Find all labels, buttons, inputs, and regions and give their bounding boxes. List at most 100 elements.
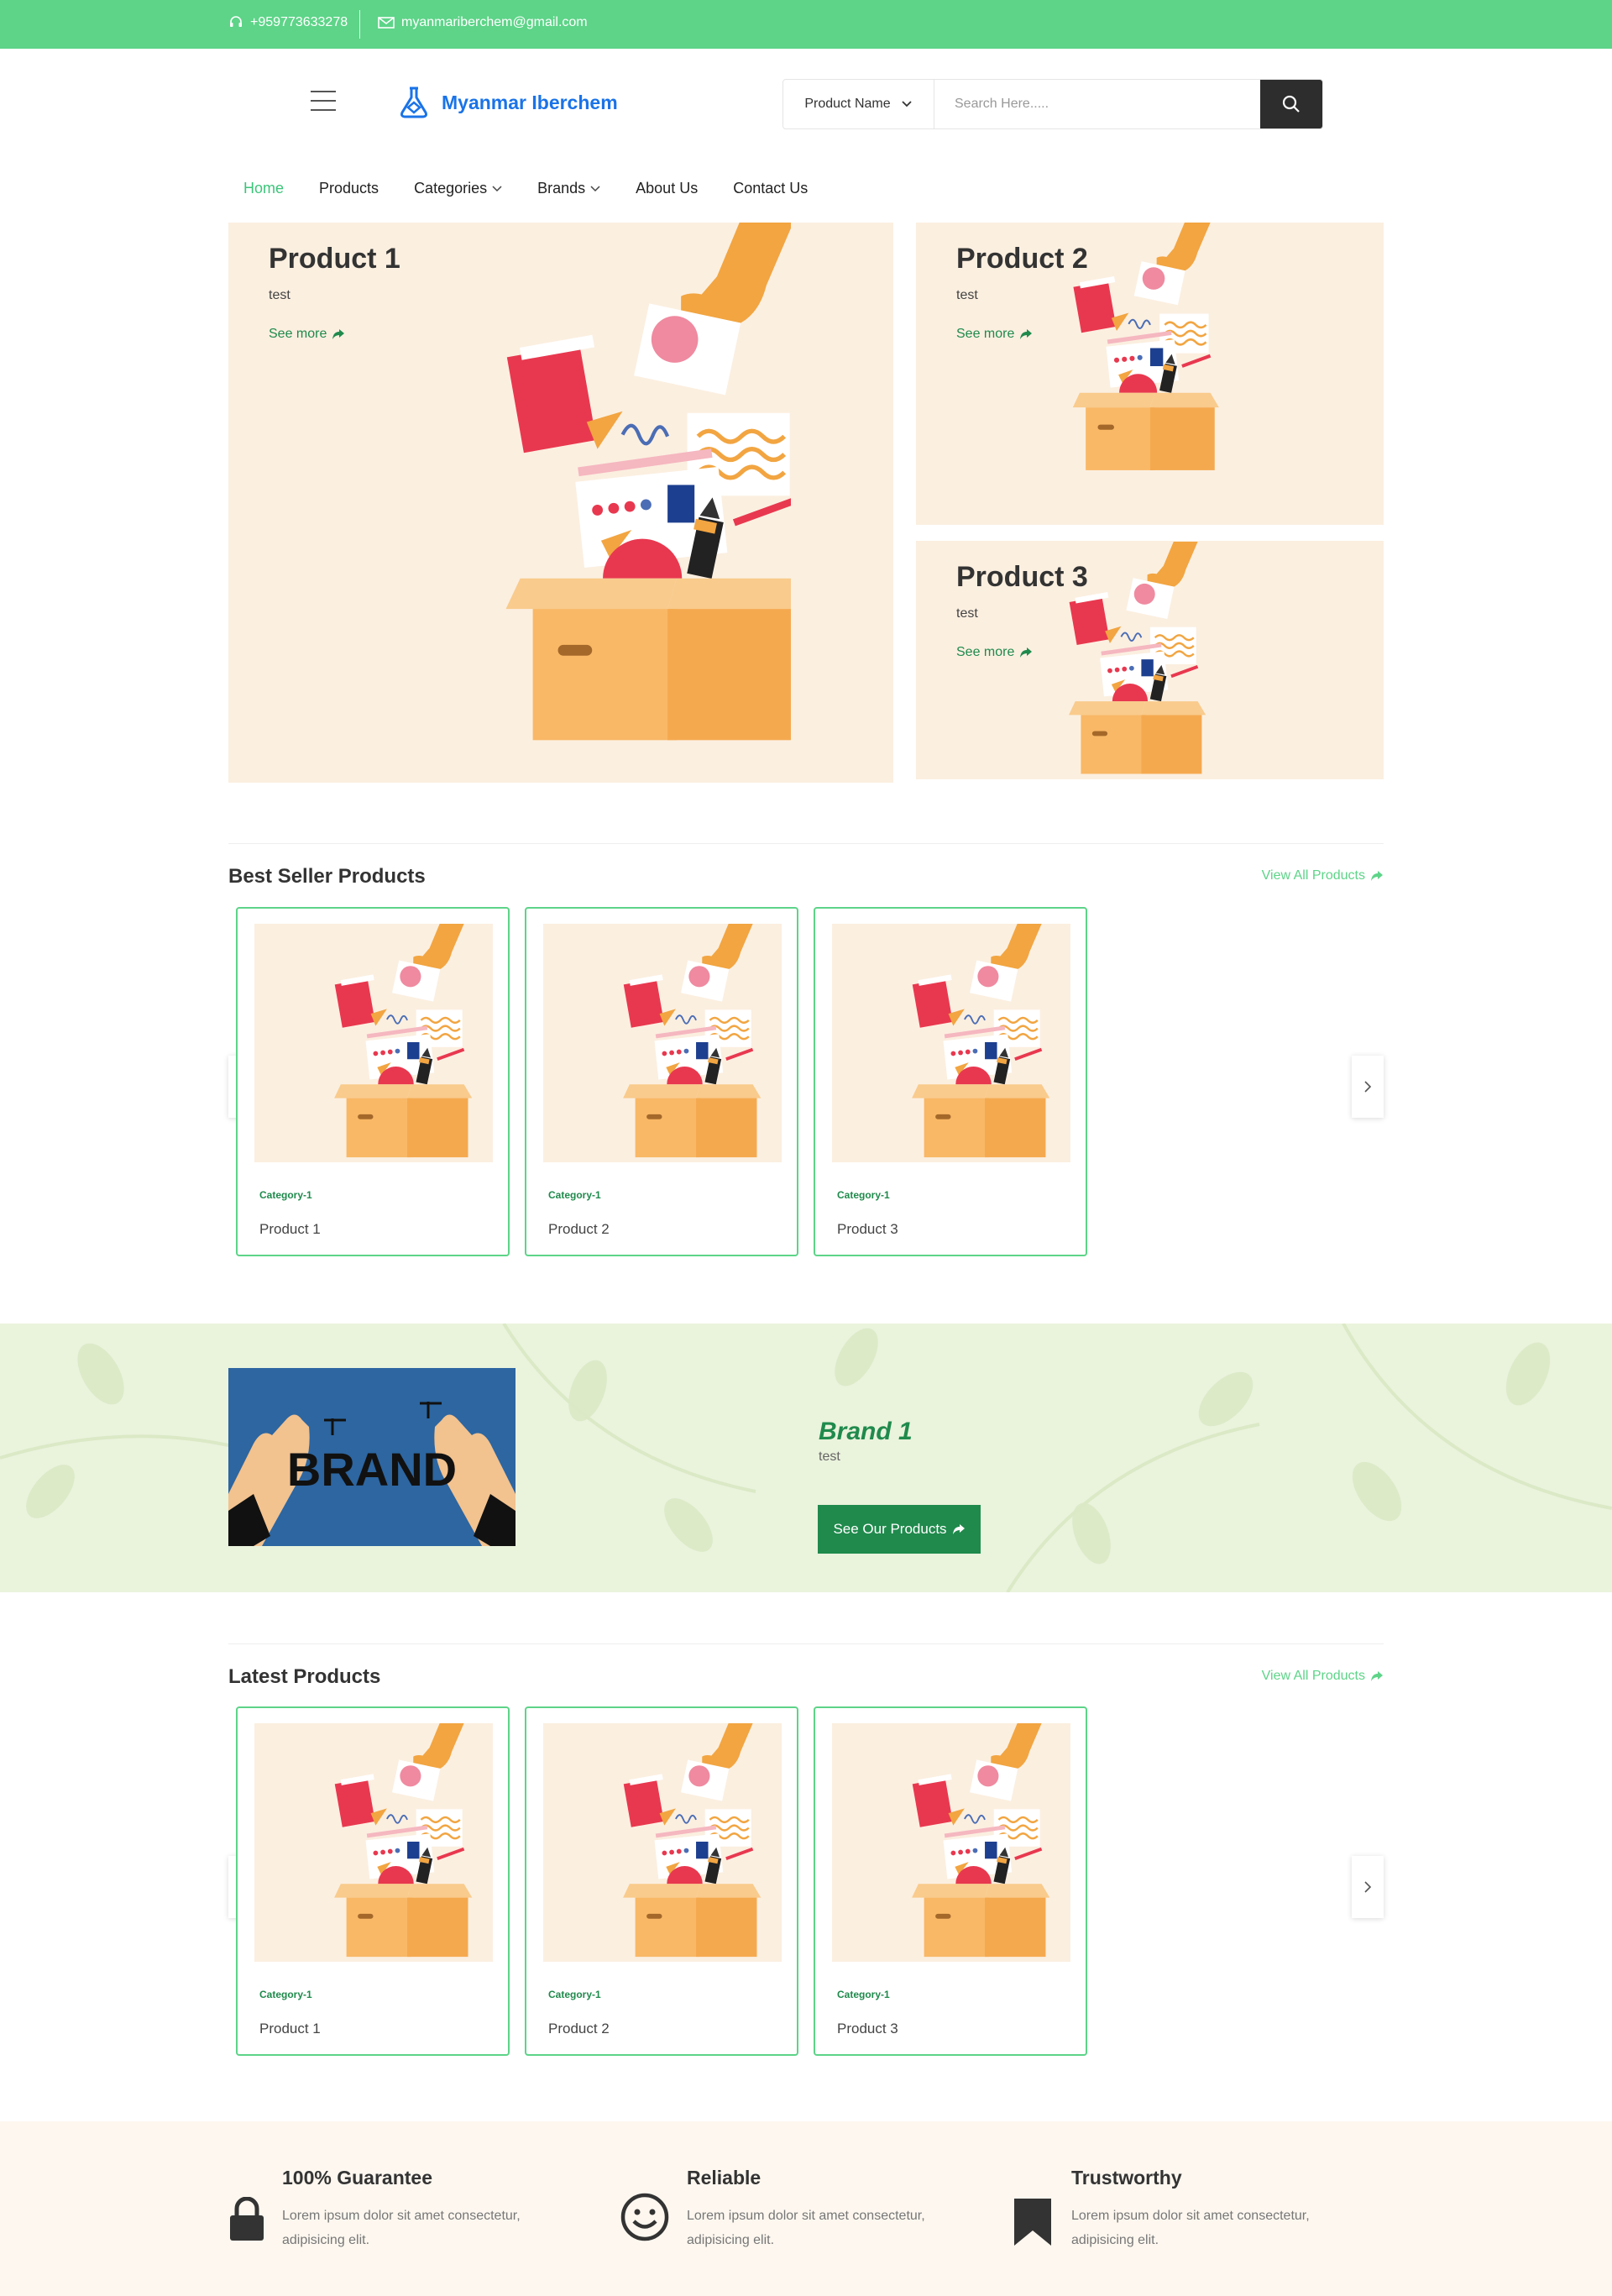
nav-products-label: Products [319, 180, 379, 197]
hero-slide-3[interactable]: Product 3 test See more [916, 541, 1384, 779]
nav-about-label: About Us [636, 180, 699, 197]
feature-title: Trustworthy [1071, 2167, 1182, 2189]
hero-see-more-link[interactable]: See more [956, 645, 1033, 660]
share-arrow-icon [952, 1524, 965, 1534]
product-box-illustration [371, 223, 791, 743]
see-more-label: See more [956, 327, 1015, 341]
nav-brands-label: Brands [537, 180, 586, 197]
headset-icon [230, 16, 242, 27]
email-address: myanmariberchem@gmail.com [401, 15, 588, 29]
product-box-illustration [910, 1723, 1051, 1958]
feature-desc: Lorem ipsum dolor sit amet consectetur, … [687, 2209, 925, 2247]
hero-title: Product 3 [956, 561, 1088, 593]
product-box-illustration [332, 924, 474, 1159]
hamburger-line [311, 100, 336, 102]
phone-number: +959773633278 [250, 15, 348, 29]
best-seller-view-all-link[interactable]: View All Products [1262, 868, 1384, 883]
nav-about-us[interactable]: About Us [636, 180, 698, 197]
see-our-products-button[interactable]: See Our Products [818, 1505, 981, 1554]
main-nav: Home Products Categories Brands About Us… [243, 180, 843, 197]
search-icon [1282, 95, 1300, 113]
see-our-products-label: See Our Products [833, 1521, 947, 1537]
hamburger-line [311, 91, 336, 92]
email-contact[interactable]: myanmariberchem@gmail.com [378, 15, 588, 30]
nav-home-label: Home [243, 180, 285, 197]
lock-icon [230, 2197, 264, 2241]
carousel-next-button[interactable] [1352, 1056, 1384, 1118]
chevron-down-icon [590, 185, 600, 191]
chevron-right-icon [1364, 1881, 1372, 1893]
topbar-divider [359, 10, 360, 39]
nav-contact-label: Contact Us [733, 180, 809, 197]
see-more-label: See more [956, 645, 1015, 659]
product-box-illustration [332, 1723, 474, 1958]
section-divider [228, 843, 1384, 844]
nav-categories-label: Categories [414, 180, 488, 197]
hero-see-more-link[interactable]: See more [269, 327, 345, 342]
chevron-down-icon [901, 101, 912, 107]
brand-name: Brand 1 [819, 1418, 913, 1445]
product-image [543, 1723, 782, 1962]
product-image [832, 924, 1070, 1162]
search-bar: Product Name [782, 79, 1323, 129]
product-card[interactable]: Category-1 Product 3 [814, 1706, 1087, 2056]
product-category: Category-1 [259, 1189, 312, 1201]
hero-desc: test [956, 606, 978, 621]
product-name: Product 2 [548, 2021, 610, 2037]
search-category-value: Product Name [804, 97, 891, 111]
hamburger-line [311, 109, 336, 111]
feature-desc: Lorem ipsum dolor sit amet consectetur, … [1071, 2209, 1310, 2247]
nav-contact-us[interactable]: Contact Us [733, 180, 808, 197]
site-logo[interactable]: Myanmar Iberchem [398, 86, 618, 119]
product-card[interactable]: Category-1 Product 2 [525, 907, 798, 1256]
menu-toggle-button[interactable] [311, 91, 336, 111]
nav-home[interactable]: Home [243, 180, 284, 197]
product-category: Category-1 [837, 1189, 890, 1201]
product-name: Product 2 [548, 1221, 610, 1237]
brand-section: BRAND Brand 1 test See Our Products [0, 1324, 1612, 1592]
product-name: Product 3 [837, 1221, 898, 1237]
brand-desc: test [819, 1449, 840, 1464]
product-card[interactable]: Category-1 Product 2 [525, 1706, 798, 2056]
chevron-right-icon [1364, 1081, 1372, 1093]
hero-title: Product 2 [956, 243, 1088, 275]
hero-slide-2[interactable]: Product 2 test See more [916, 223, 1384, 525]
product-name: Product 3 [837, 2021, 898, 2037]
chevron-down-icon [492, 185, 502, 191]
product-card[interactable]: Category-1 Product 1 [236, 907, 510, 1256]
brand-image: BRAND [228, 1368, 516, 1546]
product-image [832, 1723, 1070, 1962]
search-category-select[interactable]: Product Name [783, 80, 934, 128]
share-arrow-icon [1020, 329, 1033, 339]
search-button[interactable] [1260, 80, 1322, 128]
product-card[interactable]: Category-1 Product 1 [236, 1706, 510, 2056]
nav-categories[interactable]: Categories [414, 180, 502, 197]
brand-image-text: BRAND [287, 1443, 457, 1496]
envelope-icon [378, 17, 395, 29]
product-image [254, 1723, 493, 1962]
feature-desc: Lorem ipsum dolor sit amet consectetur, … [282, 2209, 521, 2247]
product-image [254, 924, 493, 1162]
product-box-illustration [621, 924, 762, 1159]
bookmark-icon [1014, 2199, 1051, 2246]
product-category: Category-1 [259, 1989, 312, 2000]
hero-see-more-link[interactable]: See more [956, 327, 1033, 342]
flask-logo-icon [400, 86, 427, 118]
nav-brands[interactable]: Brands [537, 180, 600, 197]
phone-contact[interactable]: +959773633278 [228, 15, 348, 30]
hero-slide-large[interactable]: Product 1 test See more [228, 223, 893, 783]
smiley-icon [620, 2193, 669, 2241]
search-input[interactable] [934, 80, 1260, 128]
best-seller-title: Best Seller Products [228, 865, 426, 888]
product-name: Product 1 [259, 2021, 321, 2037]
view-all-label: View All Products [1261, 868, 1365, 883]
latest-view-all-link[interactable]: View All Products [1262, 1669, 1384, 1684]
brand-hands-graphic: BRAND [228, 1368, 516, 1546]
product-category: Category-1 [548, 1189, 601, 1201]
feature-title: 100% Guarantee [282, 2167, 432, 2189]
hero-desc: test [956, 288, 978, 302]
view-all-label: View All Products [1261, 1669, 1365, 1683]
product-card[interactable]: Category-1 Product 3 [814, 907, 1087, 1256]
carousel-next-button[interactable] [1352, 1856, 1384, 1918]
nav-products[interactable]: Products [319, 180, 379, 197]
